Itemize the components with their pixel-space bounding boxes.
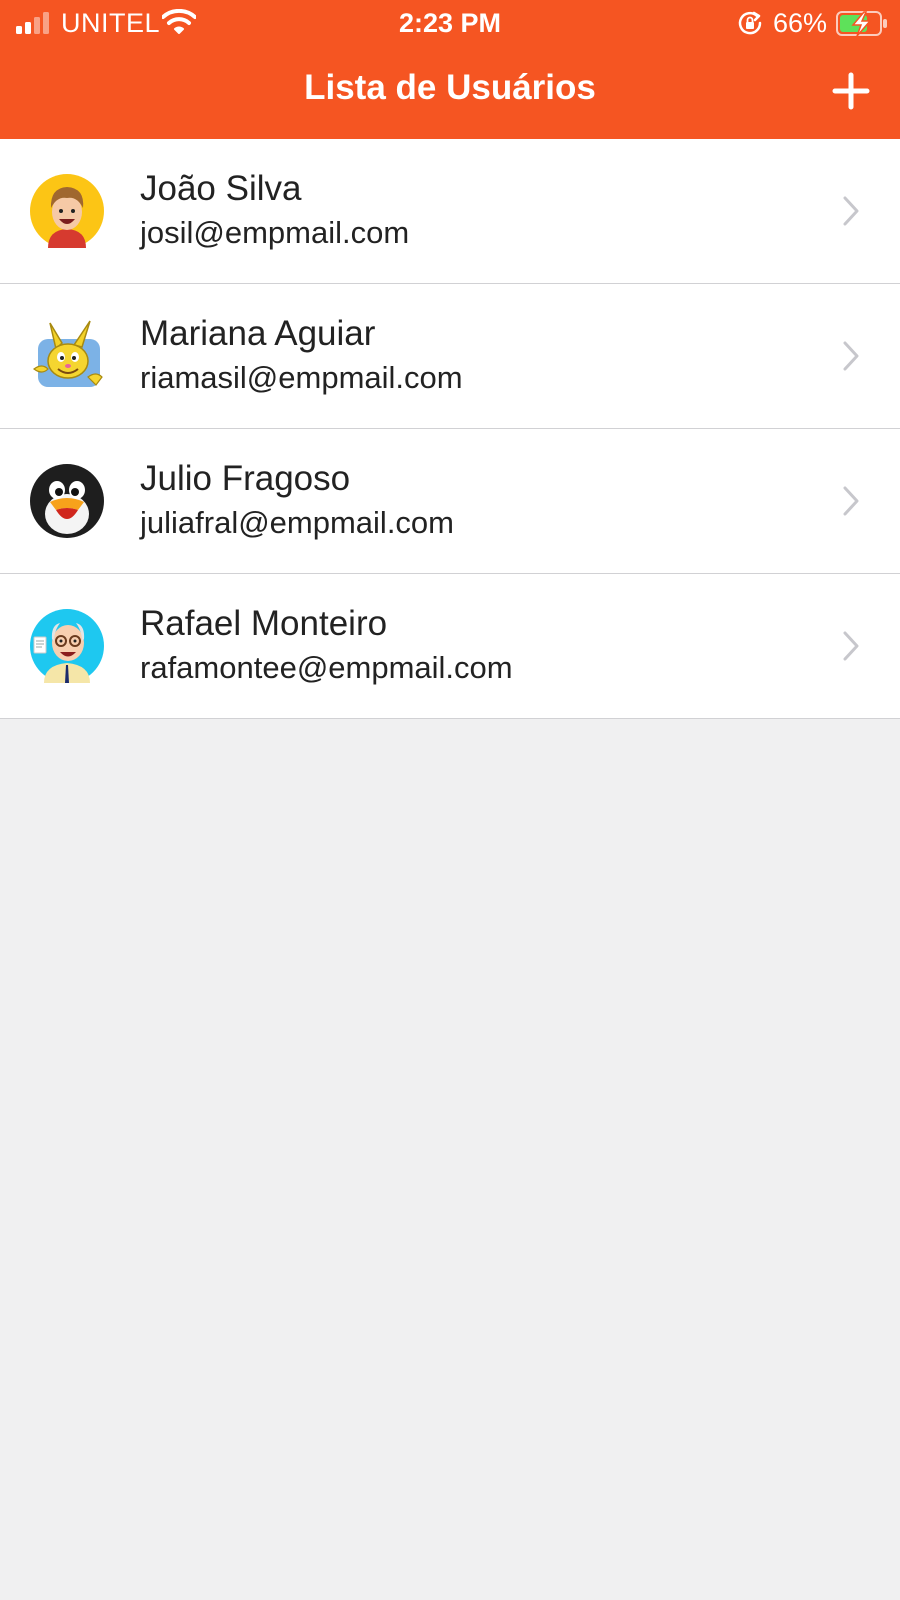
user-name: Mariana Aguiar <box>140 314 376 353</box>
user-name: Julio Fragoso <box>140 459 351 498</box>
chevron-right-icon <box>843 341 859 371</box>
chevron-right-icon <box>843 486 859 516</box>
user-list: João Silva josil@empmail.com Mariana Agu… <box>0 139 900 719</box>
battery-percent: 66% <box>773 8 828 38</box>
user-name: Rafael Monteiro <box>140 604 388 643</box>
chevron-right-icon <box>843 196 859 226</box>
battery-charging-icon <box>836 11 887 36</box>
cartoon-teacher-avatar <box>30 609 104 683</box>
status-time: 2:23 PM <box>398 8 502 38</box>
page-title: Lista de Usuários <box>304 68 596 107</box>
plus-icon[interactable] <box>824 64 878 118</box>
cartoon-boy-avatar <box>30 174 104 248</box>
user-email: juliafral@empmail.com <box>140 505 454 540</box>
user-email: josil@empmail.com <box>140 215 410 250</box>
list-item[interactable]: Rafael Monteiro rafamontee@empmail.com <box>0 574 900 719</box>
status-bar: UNITEL 2:23 PM 66% <box>0 0 900 46</box>
chevron-right-icon <box>843 631 859 661</box>
list-item[interactable]: João Silva josil@empmail.com <box>0 139 900 284</box>
list-item[interactable]: Julio Fragoso juliafral@empmail.com <box>0 429 900 574</box>
app-header: UNITEL 2:23 PM 66% Lista de Usuários <box>0 0 900 139</box>
cartoon-rabbit-avatar <box>32 320 103 387</box>
penguin-avatar <box>30 464 104 538</box>
orientation-lock-icon <box>738 11 762 35</box>
user-name: João Silva <box>140 169 302 208</box>
list-item[interactable]: Mariana Aguiar riamasil@empmail.com <box>0 284 900 429</box>
user-email: rafamontee@empmail.com <box>140 650 513 685</box>
user-email: riamasil@empmail.com <box>140 360 463 395</box>
